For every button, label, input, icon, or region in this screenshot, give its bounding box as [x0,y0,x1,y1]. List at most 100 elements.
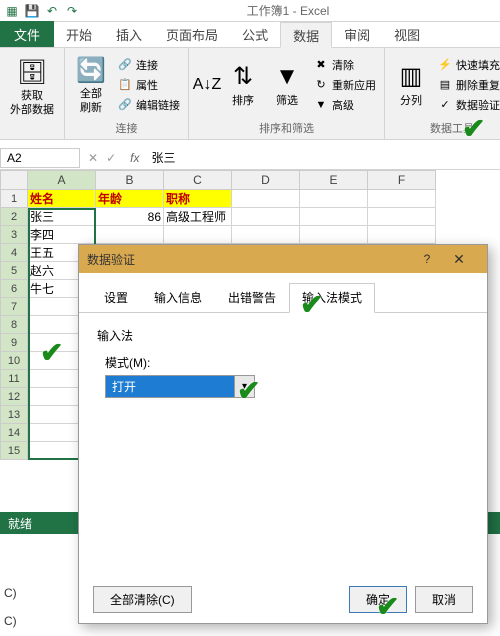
clear-filter-button[interactable]: ✖清除 [311,56,378,74]
formula-input[interactable]: 张三 [145,147,500,168]
dialog-help-icon[interactable]: ? [415,252,439,266]
col-header[interactable]: C [164,170,232,190]
link-icon: 🔗 [117,57,133,73]
cell[interactable]: 姓名 [28,190,96,208]
dialog-tab-settings[interactable]: 设置 [91,283,141,312]
clear-all-button[interactable]: 全部清除(C) [93,586,192,613]
tab-data[interactable]: 数据 [280,22,332,48]
col-header[interactable]: E [300,170,368,190]
cell[interactable] [164,226,232,244]
get-data-label: 获取 外部数据 [10,90,54,116]
tab-file[interactable]: 文件 [0,21,54,47]
cell[interactable] [300,208,368,226]
properties-button[interactable]: 📋属性 [115,76,182,94]
data-validation-button[interactable]: ✓数据验证 [435,96,500,114]
redo-icon[interactable]: ↷ [64,3,80,19]
save-icon[interactable]: 💾 [24,3,40,19]
status-text: 就绪 [8,515,32,532]
tab-pagelayout[interactable]: 页面布局 [154,21,230,47]
cell[interactable]: 李四 [28,226,96,244]
cell[interactable] [232,190,300,208]
select-all-corner[interactable] [0,170,28,190]
mode-select[interactable]: 打开 ▾ [105,375,255,398]
dialog-title-bar[interactable]: 数据验证 ? ✕ [79,245,487,273]
flash-fill-button[interactable]: ⚡快速填充 [435,56,500,74]
row-header[interactable]: 5 [0,262,28,280]
chevron-down-icon[interactable]: ▾ [234,376,254,397]
row-header[interactable]: 15 [0,442,28,460]
row-header[interactable]: 9 [0,334,28,352]
tab-insert[interactable]: 插入 [104,21,154,47]
connections-button[interactable]: 🔗连接 [115,56,182,74]
ribbon-group-sort: A↓Z ⇅排序 ▼筛选 ✖清除 ↻重新应用 ▼高级 排序和筛选 [189,48,385,139]
footer-text: C) [4,586,17,600]
get-external-data-button[interactable]: 🗄 获取 外部数据 [6,54,58,118]
validate-icon: ✓ [437,97,453,113]
row-header[interactable]: 2 [0,208,28,226]
cell[interactable] [368,208,436,226]
text-to-columns-button[interactable]: ▥分列 [391,59,431,110]
cell[interactable] [232,208,300,226]
dialog-tab-input-msg[interactable]: 输入信息 [141,283,215,312]
ok-button[interactable]: 确定 [349,586,407,613]
tab-home[interactable]: 开始 [54,21,104,47]
col-header[interactable]: B [96,170,164,190]
cell[interactable] [232,226,300,244]
undo-icon[interactable]: ↶ [44,3,60,19]
refresh-all-button[interactable]: 🔄 全部刷新 [71,52,111,116]
row-header[interactable]: 14 [0,424,28,442]
tab-review[interactable]: 审阅 [332,21,382,47]
dialog-title: 数据验证 [87,251,415,268]
reapply-icon: ↻ [313,77,329,93]
cell[interactable] [368,226,436,244]
row-header[interactable]: 13 [0,406,28,424]
row-header[interactable]: 11 [0,370,28,388]
row-header[interactable]: 8 [0,316,28,334]
group-label: 排序和筛选 [259,119,314,137]
edit-links-button[interactable]: 🔗编辑链接 [115,96,182,114]
ribbon: 🗄 获取 外部数据 🔄 全部刷新 🔗连接 📋属性 🔗编辑链接 连接 A↓Z ⇅排… [0,48,500,140]
cell[interactable] [368,190,436,208]
cell[interactable]: 高级工程师 [164,208,232,226]
row-header[interactable]: 12 [0,388,28,406]
tab-formulas[interactable]: 公式 [230,21,280,47]
flash-icon: ⚡ [437,57,453,73]
col-header[interactable]: F [368,170,436,190]
cell[interactable]: 86 [96,208,164,226]
reapply-button[interactable]: ↻重新应用 [311,76,378,94]
cell[interactable]: 职称 [164,190,232,208]
cancel-edit-icon[interactable]: ✕ [88,151,98,165]
filter-button[interactable]: ▼筛选 [267,59,307,110]
tab-view[interactable]: 视图 [382,21,432,47]
sort-asc-button[interactable]: A↓Z [195,67,219,103]
cell[interactable] [300,190,368,208]
window-title: 工作簿1 - Excel [80,2,496,19]
col-header[interactable]: D [232,170,300,190]
name-box[interactable]: A2 [0,148,80,168]
funnel-icon: ▼ [271,61,303,93]
dialog-tab-ime-mode[interactable]: 输入法模式 [289,283,375,313]
remove-duplicates-button[interactable]: ▤删除重复项 [435,76,500,94]
dialog-close-icon[interactable]: ✕ [439,251,479,268]
advanced-filter-button[interactable]: ▼高级 [311,96,378,114]
formula-bar-buttons: ✕ ✓ [80,151,124,165]
row-header[interactable]: 6 [0,280,28,298]
cancel-button[interactable]: 取消 [415,586,473,613]
row-header[interactable]: 4 [0,244,28,262]
cell[interactable]: 年龄 [96,190,164,208]
accept-edit-icon[interactable]: ✓ [106,151,116,165]
row-header[interactable]: 3 [0,226,28,244]
sort-button[interactable]: ⇅排序 [223,59,263,110]
cell[interactable] [300,226,368,244]
row-header[interactable]: 7 [0,298,28,316]
row-header[interactable]: 10 [0,352,28,370]
dialog-tab-error-alert[interactable]: 出错警告 [215,283,289,312]
col-header[interactable]: A [28,170,96,190]
properties-icon: 📋 [117,77,133,93]
cell[interactable]: 张三 [28,208,96,226]
row-header[interactable]: 1 [0,190,28,208]
fx-icon[interactable]: fx [124,151,145,165]
ribbon-tabs: 文件 开始 插入 页面布局 公式 数据 审阅 视图 [0,22,500,48]
excel-icon: ▦ [4,3,20,19]
cell[interactable] [96,226,164,244]
